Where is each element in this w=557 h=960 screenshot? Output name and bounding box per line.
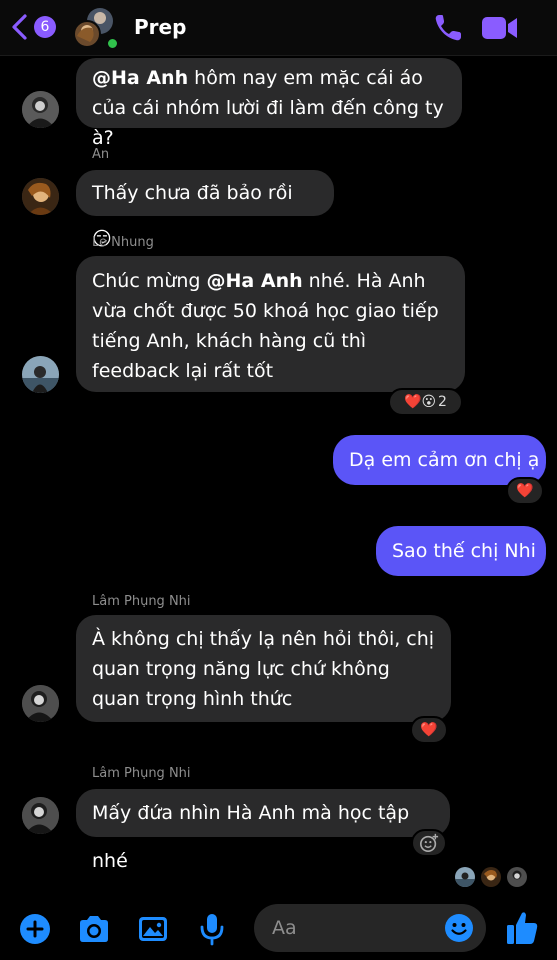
plus-icon	[20, 914, 50, 944]
message-text: Sao thế chị Nhi	[392, 540, 536, 562]
video-camera-icon	[482, 17, 517, 39]
read-receipt-avatar	[481, 867, 501, 887]
message-input[interactable]	[272, 904, 442, 952]
emoji-icon	[445, 914, 473, 942]
back-chevron-icon	[12, 14, 27, 40]
reaction-count: 2	[438, 394, 447, 410]
add-reaction-button[interactable]	[411, 829, 447, 857]
phone-icon	[435, 15, 461, 41]
message-bubble[interactable]: Mấy đứa nhìn Hà Anh mà học tập nhé	[76, 789, 450, 872]
read-receipt-avatar	[455, 867, 475, 887]
conversation-title[interactable]: Prep	[134, 15, 186, 39]
message-bubble[interactable]: À không chị thấy lạ nên hỏi thôi, chị qu…	[76, 615, 451, 722]
reaction-emojis: ❤️	[420, 722, 438, 738]
unread-count-badge: 6	[34, 16, 56, 38]
mention[interactable]: @Ha Anh	[207, 270, 303, 292]
avatar[interactable]	[22, 178, 59, 215]
sender-name: Lâm Phụng Nhi	[92, 594, 191, 609]
avatar[interactable]	[22, 797, 59, 834]
sender-name: Le Nhung	[92, 235, 154, 250]
back-button[interactable]: 6	[10, 12, 66, 42]
avatar[interactable]	[22, 685, 59, 722]
emoji-button[interactable]	[444, 913, 474, 943]
voice-call-button[interactable]	[432, 12, 464, 44]
reaction-badge[interactable]: ❤️😮 2	[388, 388, 463, 416]
video-call-button[interactable]	[481, 13, 519, 43]
voice-message-button[interactable]	[195, 912, 229, 946]
message-text: Chúc mừng	[92, 270, 207, 292]
reaction-emojis: ❤️😮	[404, 394, 437, 410]
add-reaction-icon	[420, 833, 439, 852]
chat-header: 6 Prep	[0, 0, 557, 56]
camera-button[interactable]	[77, 912, 111, 946]
message-bubble[interactable]: Thấy chưa đã bảo rồi 😏	[76, 170, 334, 250]
message-text: Mấy đứa nhìn Hà Anh mà học tập nhé	[92, 802, 410, 872]
avatar[interactable]	[22, 356, 59, 393]
reaction-emojis: ❤️	[516, 483, 534, 499]
gallery-icon	[139, 917, 167, 941]
message-text: Dạ em cảm ơn chị ạ	[349, 449, 540, 471]
thumbs-up-icon	[507, 912, 538, 944]
more-actions-button[interactable]	[18, 912, 52, 946]
online-status-dot	[106, 37, 119, 50]
gallery-button[interactable]	[136, 912, 170, 946]
reaction-badge[interactable]: ❤️	[506, 477, 544, 505]
message-text: À không chị thấy lạ nên hỏi thôi, chị qu…	[92, 628, 435, 710]
reaction-badge[interactable]: ❤️	[410, 716, 448, 744]
sender-name: An	[92, 147, 110, 162]
like-button[interactable]	[505, 910, 539, 946]
microphone-icon	[200, 914, 224, 946]
camera-icon	[80, 916, 108, 942]
avatar[interactable]	[22, 91, 59, 128]
sender-name: Lâm Phụng Nhi	[92, 766, 191, 781]
outgoing-message-bubble[interactable]: Sao thế chị Nhi	[376, 526, 546, 576]
mention[interactable]: @Ha Anh	[92, 67, 188, 89]
read-receipts[interactable]	[455, 867, 527, 889]
message-bubble[interactable]: @Ha Anh hôm nay em mặc cái áo của cái nh…	[76, 58, 462, 149]
read-receipt-avatar	[507, 867, 527, 887]
message-bubble[interactable]: Chúc mừng @Ha Anh nhé. Hà Anh vừa chốt đ…	[76, 256, 465, 392]
message-input-box[interactable]	[254, 904, 486, 952]
